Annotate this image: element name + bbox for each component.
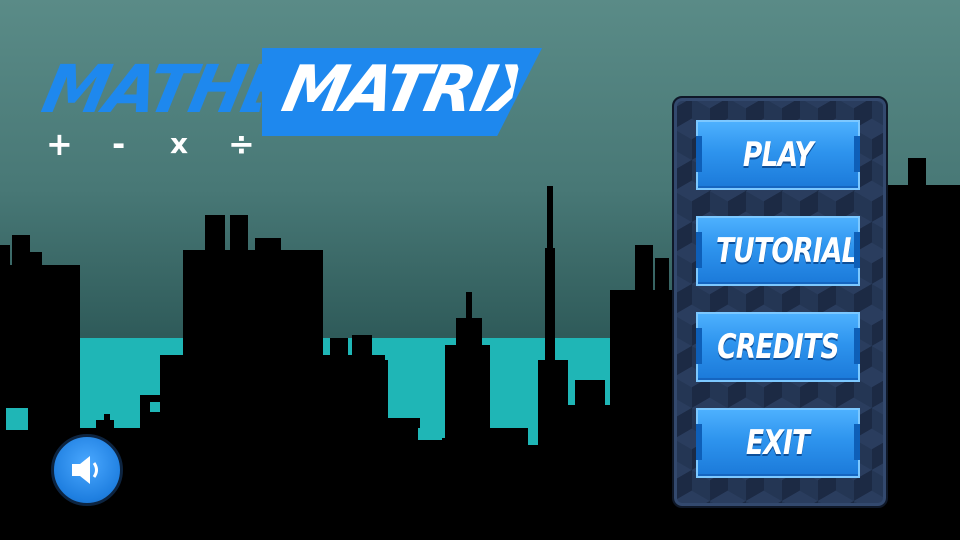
times-operator: x bbox=[170, 127, 189, 160]
logo-title-part2: MATRIX bbox=[276, 53, 523, 127]
speaker-icon bbox=[72, 456, 98, 484]
tutorial-button[interactable]: TUTORIAL bbox=[696, 216, 860, 286]
divide-operator: ÷ bbox=[228, 125, 255, 163]
exit-button-label: EXIT bbox=[746, 423, 810, 463]
credits-button-label: CREDITS bbox=[717, 327, 839, 367]
tutorial-button-label: TUTORIAL bbox=[715, 231, 859, 271]
credits-button[interactable]: CREDITS bbox=[696, 312, 860, 382]
minus-operator: - bbox=[112, 125, 126, 163]
logo-title-part1: MATHE bbox=[35, 51, 273, 128]
play-button-label: PLAY bbox=[743, 135, 814, 175]
plus-operator: + bbox=[46, 125, 73, 163]
sound-toggle-button[interactable] bbox=[51, 434, 123, 506]
logo-operators: + - x ÷ bbox=[44, 124, 264, 164]
game-logo: MATHE MATRIX + - x ÷ bbox=[36, 46, 554, 166]
play-button[interactable]: PLAY bbox=[696, 120, 860, 190]
main-menu-screen: MATHE MATRIX + - x ÷ PLAY TUTORIAL CREDI… bbox=[0, 0, 960, 540]
main-menu-panel: PLAY TUTORIAL CREDITS EXIT bbox=[672, 96, 888, 508]
exit-button[interactable]: EXIT bbox=[696, 408, 860, 478]
